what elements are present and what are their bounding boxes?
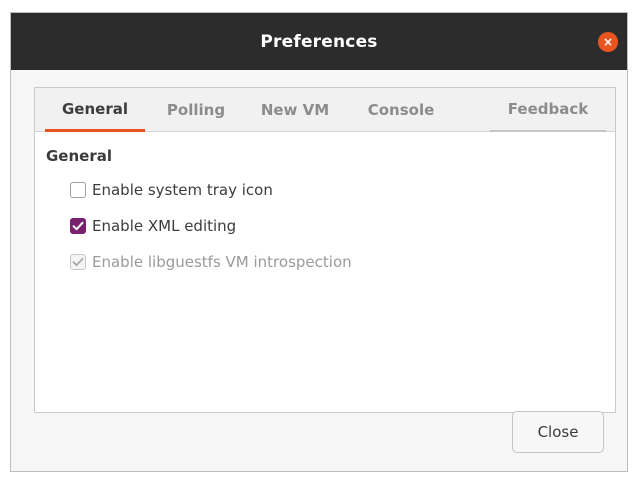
general-page: General Enable system tray icon Enable X… xyxy=(46,146,352,280)
libguestfs-label: Enable libguestfs VM introspection xyxy=(92,253,352,271)
tab-console[interactable]: Console xyxy=(353,88,449,132)
tab-general[interactable]: General xyxy=(45,88,145,132)
system-tray-option[interactable]: Enable system tray icon xyxy=(70,172,352,208)
xml-editing-option[interactable]: Enable XML editing xyxy=(70,208,352,244)
tab-polling[interactable]: Polling xyxy=(153,88,239,132)
libguestfs-checkbox xyxy=(70,254,86,270)
checkmark-icon xyxy=(72,257,84,267)
system-tray-checkbox[interactable] xyxy=(70,182,86,198)
window-title: Preferences xyxy=(260,31,378,52)
close-icon[interactable]: × xyxy=(598,32,618,52)
preferences-window: Preferences × General Polling New VM Con… xyxy=(10,12,628,472)
system-tray-label: Enable system tray icon xyxy=(92,181,273,199)
xml-editing-checkbox[interactable] xyxy=(70,218,86,234)
section-title-general: General xyxy=(46,147,112,165)
close-button[interactable]: Close xyxy=(512,411,604,453)
tab-new-vm[interactable]: New VM xyxy=(249,88,341,132)
checkmark-icon xyxy=(72,221,84,231)
tab-feedback[interactable]: Feedback xyxy=(490,88,606,132)
xml-editing-label: Enable XML editing xyxy=(92,217,237,235)
titlebar: Preferences × xyxy=(11,13,627,70)
libguestfs-option: Enable libguestfs VM introspection xyxy=(70,244,352,280)
preferences-notebook: General Polling New VM Console Feedback … xyxy=(34,87,616,413)
tab-bar: General Polling New VM Console Feedback xyxy=(35,88,615,132)
